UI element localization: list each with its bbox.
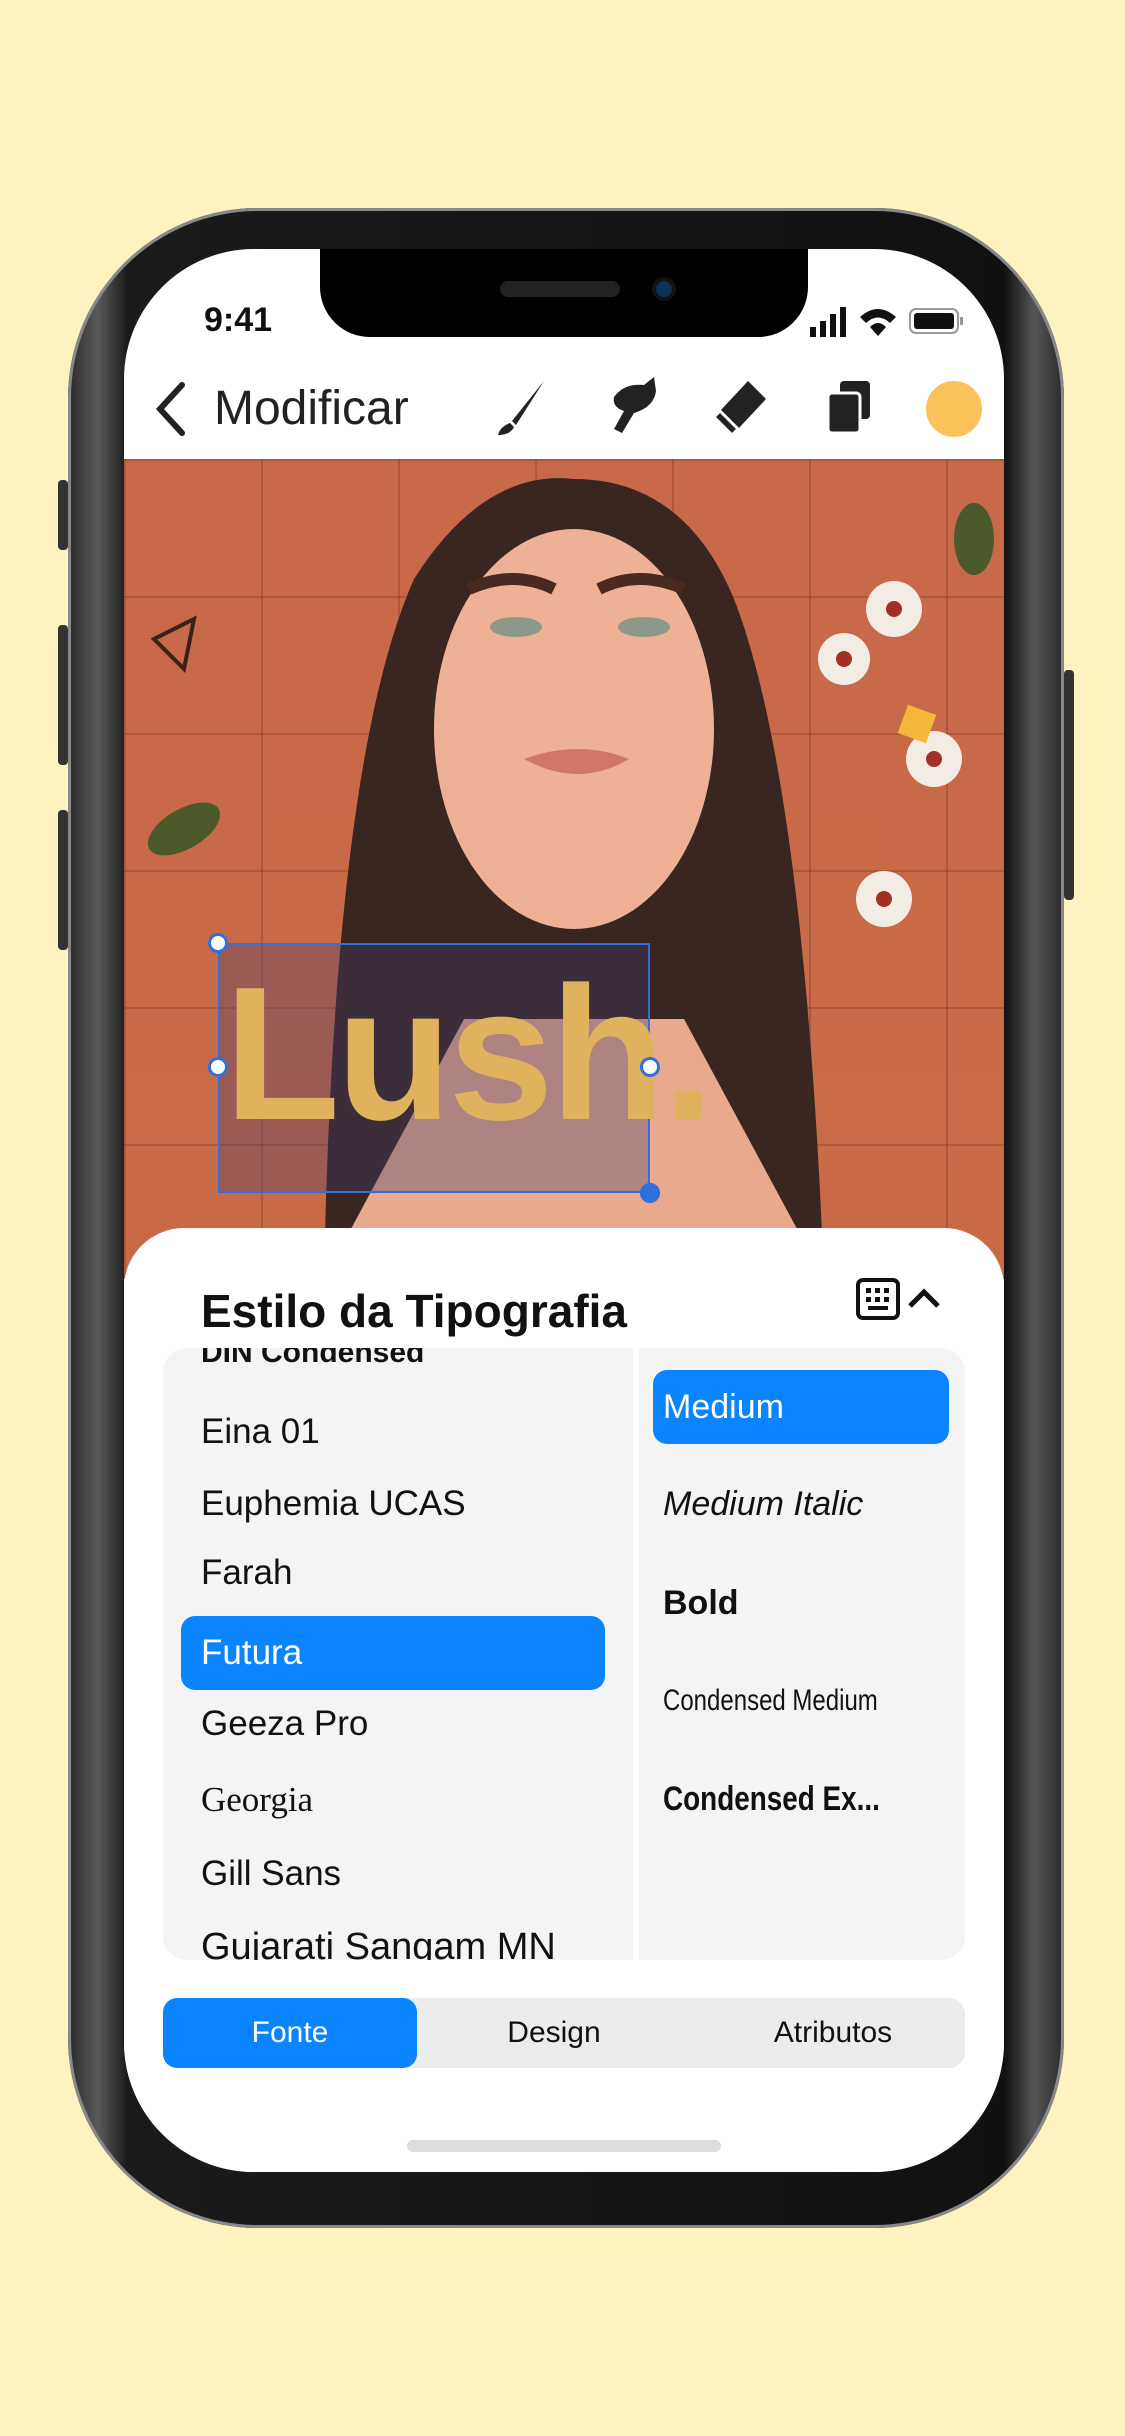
resize-handle-bottom-right[interactable] (640, 1183, 660, 1203)
resize-handle-top-left[interactable] (208, 933, 228, 953)
font-item[interactable]: Geeza Pro (201, 1704, 368, 1744)
toolbar: Modificar (124, 369, 1004, 459)
typography-sheet: Estilo da Tipografia DIN Condensed Eina … (124, 1228, 1004, 2172)
volume-down-button (58, 810, 68, 950)
text-layer[interactable]: Lush. (224, 959, 715, 1149)
keyboard-collapse-button[interactable] (854, 1276, 964, 1324)
battery-icon (909, 308, 963, 334)
font-item[interactable]: DIN Condensed (201, 1348, 424, 1370)
side-button (1064, 670, 1074, 900)
column-divider (633, 1348, 639, 1960)
font-item[interactable]: Euphemia UCAS (201, 1484, 466, 1524)
status-time: 9:41 (204, 301, 273, 339)
style-item-selected-label[interactable]: Medium (663, 1388, 784, 1427)
camera (652, 277, 676, 301)
style-item[interactable]: Bold (663, 1584, 739, 1623)
style-item[interactable]: Condensed Ex... (663, 1780, 880, 1819)
silent-switch (58, 480, 68, 550)
home-indicator[interactable] (407, 2140, 721, 2152)
signal-icon (810, 307, 846, 337)
font-item[interactable]: Georgia (201, 1780, 313, 1820)
keyboard-icon (856, 1278, 900, 1320)
wifi-icon (860, 309, 896, 336)
notch (320, 249, 808, 337)
layers-icon[interactable] (820, 377, 880, 437)
font-item-selected-label[interactable]: Futura (201, 1633, 302, 1673)
font-item[interactable]: Gujarati Sangam MN (201, 1926, 556, 1960)
font-item[interactable]: Eina 01 (201, 1412, 320, 1452)
font-item[interactable]: Gill Sans (201, 1854, 341, 1894)
screen: 9:41 Modificar Lush. Estilo da Tipografi… (124, 249, 1004, 2172)
color-swatch-button[interactable] (926, 381, 982, 437)
tab-atributos[interactable]: Atributos (701, 1998, 965, 2068)
status-icons (810, 307, 963, 337)
tab-fonte[interactable]: Fonte (163, 1998, 417, 2068)
chevron-up-icon (908, 1288, 940, 1308)
style-item[interactable]: Condensed Medium (663, 1684, 878, 1718)
resize-handle-left[interactable] (208, 1057, 228, 1077)
font-picker: DIN Condensed Eina 01 Euphemia UCAS Fara… (163, 1348, 965, 1960)
sheet-title: Estilo da Tipografia (201, 1285, 627, 1337)
volume-up-button (58, 625, 68, 765)
speaker (500, 281, 620, 297)
smudge-icon[interactable] (604, 377, 664, 437)
style-item[interactable]: Medium Italic (663, 1485, 863, 1524)
tab-design[interactable]: Design (427, 1998, 681, 2068)
brush-icon[interactable] (492, 377, 552, 437)
resize-handle-right[interactable] (640, 1057, 660, 1077)
back-label[interactable]: Modificar (214, 381, 409, 436)
chevron-left-icon (155, 382, 185, 436)
eraser-icon[interactable] (710, 377, 770, 437)
illustration-canvas[interactable]: Lush. (124, 459, 1004, 1279)
font-item[interactable]: Farah (201, 1553, 292, 1593)
segmented-tabs: Fonte Design Atributos (163, 1998, 965, 2068)
